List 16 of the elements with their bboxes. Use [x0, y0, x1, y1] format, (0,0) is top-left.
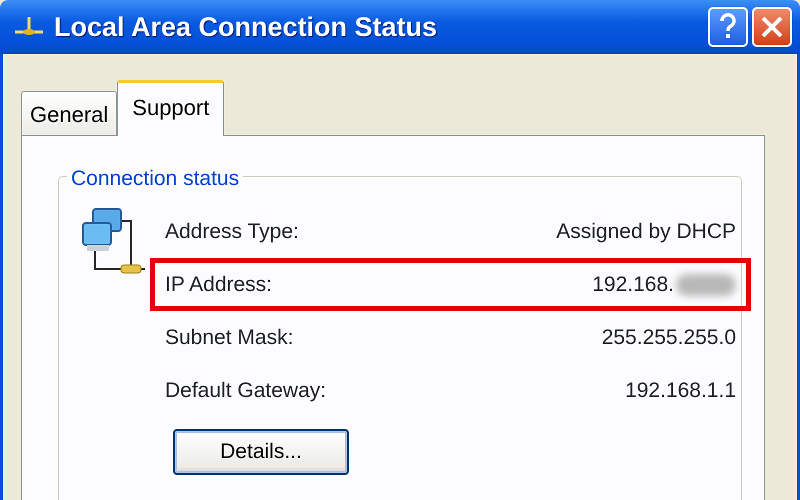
- field-value: 192.168.1.1: [625, 378, 736, 404]
- close-icon: [760, 15, 784, 39]
- tab[interactable]: General: [21, 91, 118, 135]
- field-label: Address Type:: [165, 218, 300, 245]
- field-value: Assigned by DHCP: [556, 218, 736, 245]
- details-button[interactable]: Details...: [173, 429, 349, 475]
- window-title: Local Area Connection Status: [54, 10, 438, 44]
- tab[interactable]: Support: [117, 80, 224, 136]
- field-label: Subnet Mask:: [165, 324, 294, 351]
- field-label: Default Gateway:: [165, 378, 328, 404]
- help-button[interactable]: [708, 7, 748, 47]
- close-button[interactable]: [752, 7, 792, 47]
- field-value: 192.168.: [592, 272, 674, 298]
- help-icon: [719, 13, 737, 41]
- field-value: 255.255.255.0: [602, 324, 736, 351]
- field-label: IP Address:: [165, 272, 274, 298]
